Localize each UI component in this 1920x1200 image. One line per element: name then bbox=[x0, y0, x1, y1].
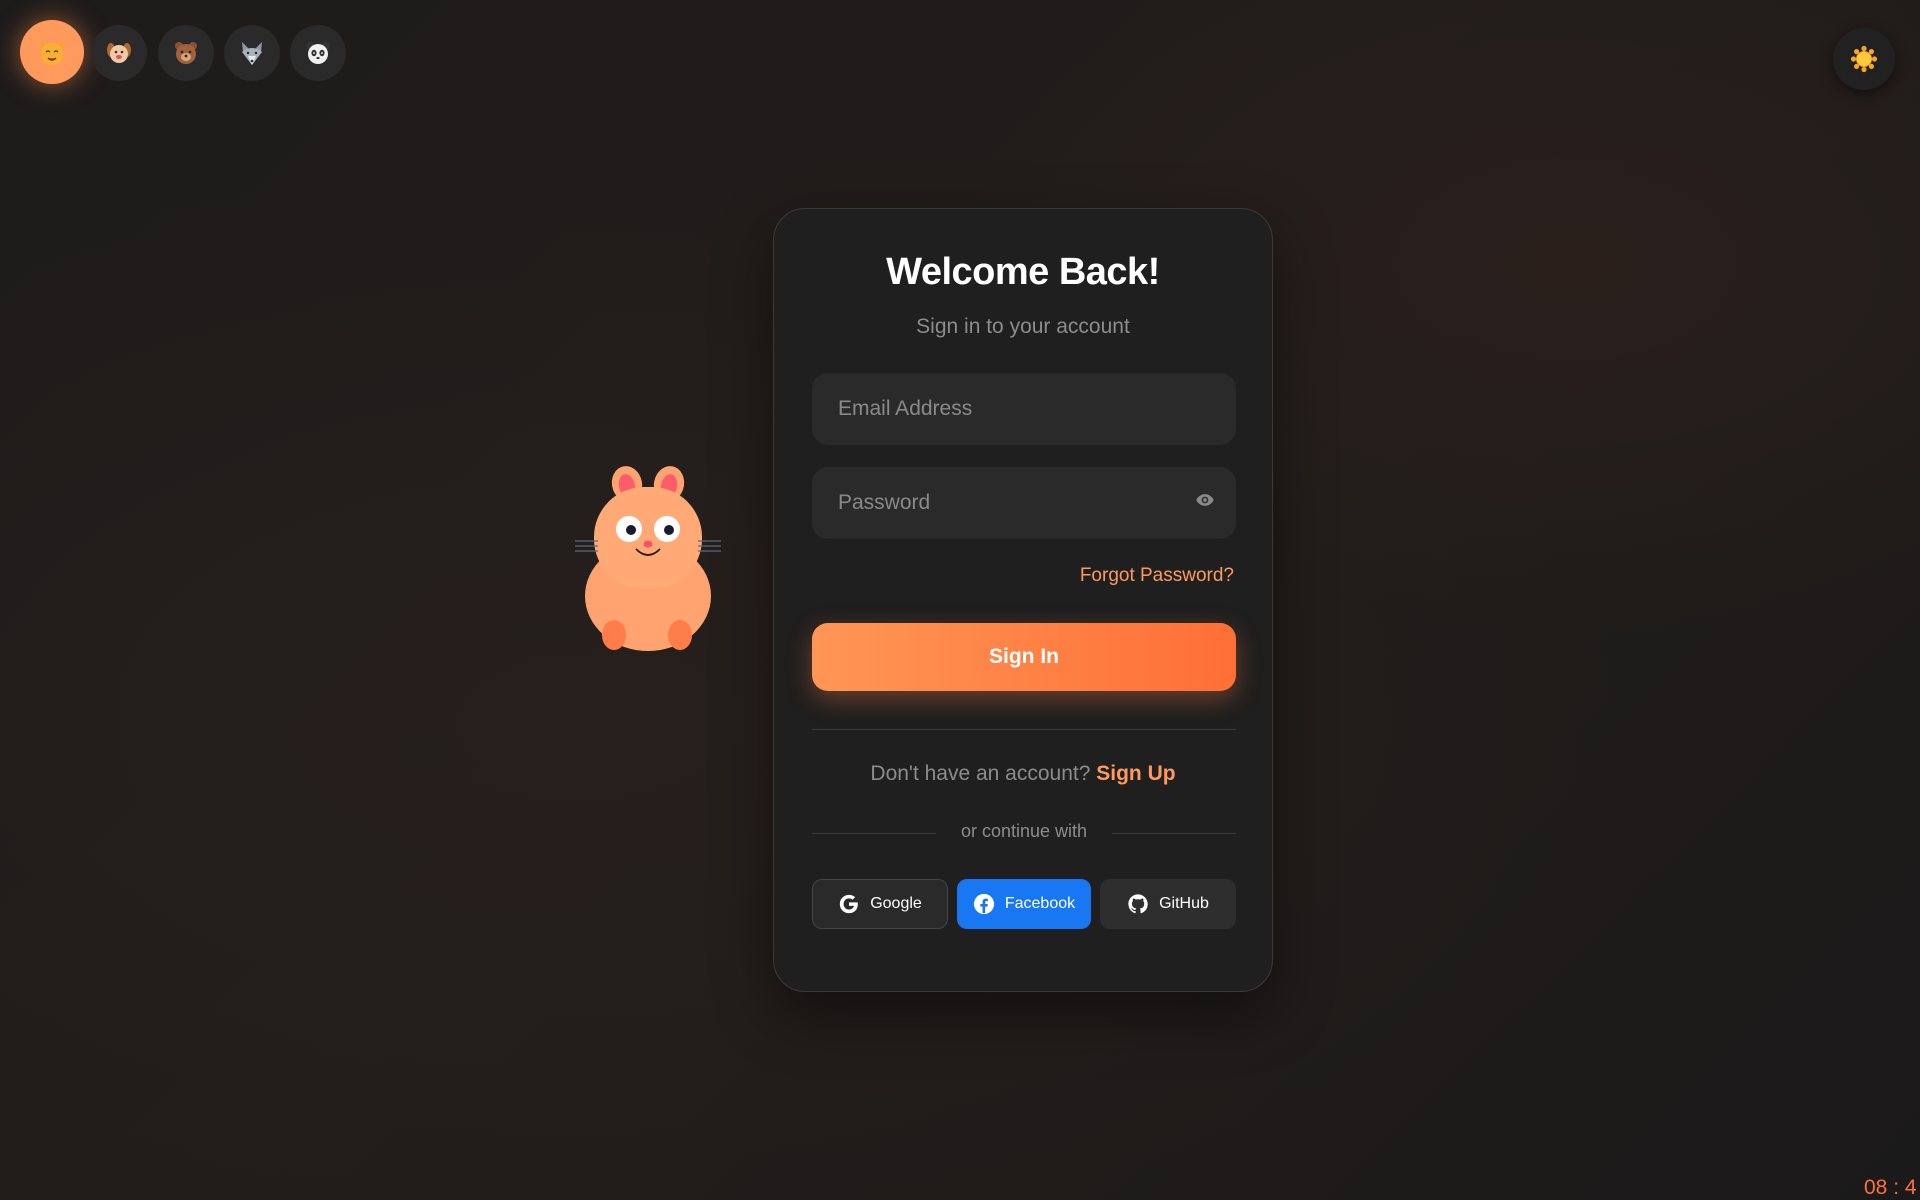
sign-up-link[interactable]: Sign Up bbox=[1096, 762, 1175, 785]
bunny-mascot-illustration bbox=[575, 466, 721, 651]
github-icon bbox=[1128, 894, 1148, 914]
bear-face-icon bbox=[175, 42, 197, 64]
avatar-panda-button[interactable] bbox=[290, 25, 346, 81]
card-subtitle: Sign in to your account bbox=[916, 315, 1130, 338]
eye-icon bbox=[1196, 494, 1214, 506]
facebook-label: Facebook bbox=[1004, 895, 1076, 912]
signup-prompt: Don't have an account? Sign Up bbox=[774, 762, 1272, 786]
dog-face-icon bbox=[107, 43, 131, 63]
no-account-text: Don't have an account? bbox=[870, 762, 1091, 785]
divider bbox=[812, 729, 1236, 730]
or-continue-text: or continue with bbox=[960, 821, 1088, 841]
avatar-wolf-button[interactable] bbox=[224, 25, 280, 81]
or-continue-divider: or continue with bbox=[812, 821, 1236, 845]
avatar-bear-button[interactable] bbox=[158, 25, 214, 81]
cat-face-icon bbox=[41, 41, 63, 65]
forgot-password-link[interactable]: Forgot Password? bbox=[1080, 565, 1234, 587]
google-sign-in-button[interactable]: Google bbox=[812, 879, 948, 929]
clock-readout: 08 : 4 bbox=[1864, 1176, 1917, 1199]
facebook-icon bbox=[973, 893, 994, 915]
password-input[interactable] bbox=[812, 467, 1236, 539]
google-icon bbox=[840, 894, 859, 914]
or-divider-right bbox=[1112, 833, 1236, 834]
google-label: Google bbox=[870, 895, 922, 912]
github-label: GitHub bbox=[1159, 895, 1209, 912]
email-input[interactable] bbox=[812, 373, 1236, 445]
sun-icon bbox=[1850, 45, 1878, 73]
card-title: Welcome Back! bbox=[886, 251, 1160, 293]
panda-face-icon bbox=[306, 42, 330, 64]
bunny-mascot bbox=[570, 465, 726, 655]
password-field-wrapper bbox=[812, 467, 1236, 539]
email-field-wrapper bbox=[812, 373, 1236, 445]
theme-toggle-button[interactable] bbox=[1833, 28, 1895, 90]
login-card: Welcome Back! Sign in to your account Fo… bbox=[773, 208, 1273, 992]
toggle-password-visibility-button[interactable] bbox=[1194, 489, 1216, 511]
wolf-face-icon bbox=[242, 42, 262, 65]
avatar-dog-button[interactable] bbox=[91, 25, 147, 81]
sign-in-button[interactable]: Sign In bbox=[812, 623, 1236, 691]
github-sign-in-button[interactable]: GitHub bbox=[1100, 879, 1236, 929]
avatar-cat-button[interactable] bbox=[20, 20, 84, 84]
facebook-sign-in-button[interactable]: Facebook bbox=[957, 879, 1091, 929]
